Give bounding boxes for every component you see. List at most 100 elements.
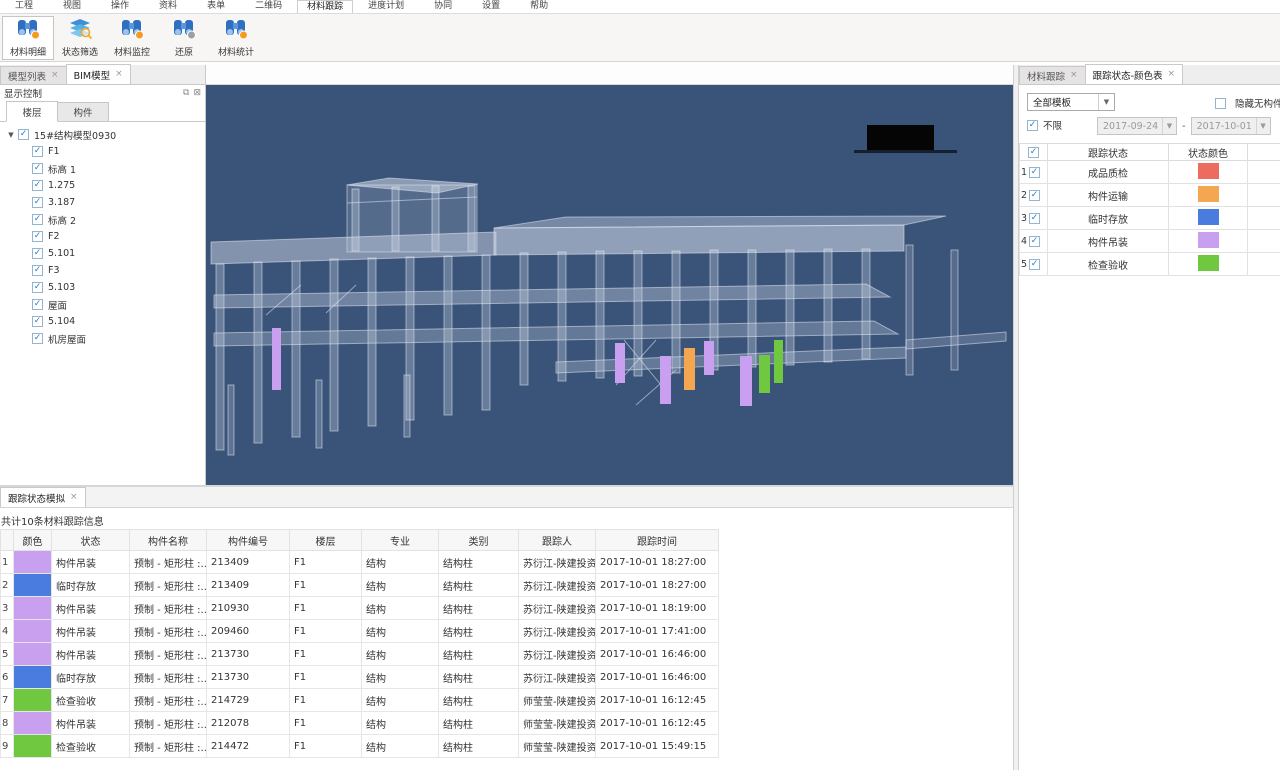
tool-button-material-stats[interactable]: 材料统计 [210,16,262,60]
color-table-row[interactable]: 3临时存放 [1020,207,1280,230]
tool-button-status-filter[interactable]: 状态筛选 [54,16,106,60]
date-from-picker[interactable]: 2017-09-24 ▼ [1097,117,1177,135]
menu-item-5[interactable]: 二维码 [240,0,297,13]
date-to-picker[interactable]: 2017-10-01 ▼ [1191,117,1271,135]
row-checkbox[interactable] [1029,236,1040,247]
menu-item-0[interactable]: 工程 [0,0,48,13]
tree-root[interactable]: ▼ 15#结构模型0930 [0,126,205,143]
row-checkbox[interactable] [1029,190,1040,201]
select-all-checkbox[interactable] [1028,147,1039,158]
tree-item-checkbox[interactable] [32,214,43,225]
row-number-cell: 9 [1,735,14,758]
tab-bim-model[interactable]: BIM模型 × [66,64,131,84]
tool-button-material-detail[interactable]: 材料明细 [2,16,54,60]
tab-model-list[interactable]: 模型列表 × [0,66,67,84]
color-table-row[interactable]: 4构件吊装 [1020,230,1280,253]
tool-button-label: 还原 [175,45,193,58]
tree-item-checkbox[interactable] [32,248,43,259]
hide-empty-checkbox[interactable] [1215,98,1226,109]
tool-button-restore[interactable]: 还原 [158,16,210,60]
table-row[interactable]: 1构件吊装预制 - 矩形柱 :...213409F1结构结构柱苏衍江-陕建投资2… [1,551,719,574]
tool-button-material-monitor[interactable]: 材料监控 [106,16,158,60]
table-row[interactable]: 3构件吊装预制 - 矩形柱 :...210930F1结构结构柱苏衍江-陕建投资2… [1,597,719,620]
tree-item-4[interactable]: 标高 2 [0,211,205,228]
float-window-icon[interactable]: ⧉ [183,88,189,98]
chevron-down-icon[interactable]: ▼ [4,131,18,139]
close-panel-icon[interactable]: ⊠ [193,88,201,98]
color-swatch [1198,163,1219,179]
tree-item-1[interactable]: 标高 1 [0,160,205,177]
tree-item-checkbox[interactable] [32,180,43,191]
menu-item-2[interactable]: 操作 [96,0,144,13]
empty-cell [1248,253,1280,276]
table-row[interactable]: 8构件吊装预制 - 矩形柱 :...212078F1结构结构柱师莹莹-陕建投资2… [1,712,719,735]
tab-status-color-table-label: 跟踪状态-颜色表 [1093,68,1163,82]
table-row[interactable]: 9检查验收预制 - 矩形柱 :...214472F1结构结构柱师莹莹-陕建投资2… [1,735,719,758]
subtab-components[interactable]: 构件 [57,102,109,121]
tree-item-10[interactable]: 5.104 [0,313,205,330]
3d-viewport[interactable] [206,85,1013,485]
material-detail-icon [15,18,41,43]
tree-item-2[interactable]: 1.275 [0,177,205,194]
menu-item-7[interactable]: 进度计划 [353,0,419,13]
major-cell: 结构 [362,735,439,758]
row-checkbox[interactable] [1029,167,1040,178]
tree-item-7[interactable]: F3 [0,262,205,279]
tree-root-checkbox[interactable] [18,129,29,140]
table-row[interactable]: 7检查验收预制 - 矩形柱 :...214729F1结构结构柱师莹莹-陕建投资2… [1,689,719,712]
component-id-cell: 213730 [207,643,290,666]
tree-item-9[interactable]: 屋面 [0,296,205,313]
table-row[interactable]: 5构件吊装预制 - 矩形柱 :...213730F1结构结构柱苏衍江-陕建投资2… [1,643,719,666]
tree-item-checkbox[interactable] [32,146,43,157]
menu-item-6[interactable]: 材料跟踪 [297,0,353,13]
table-row[interactable]: 4构件吊装预制 - 矩形柱 :...209460F1结构结构柱苏衍江-陕建投资2… [1,620,719,643]
tree-item-checkbox[interactable] [32,299,43,310]
menu-item-10[interactable]: 帮助 [515,0,563,13]
tree-item-label: 5.104 [48,316,75,327]
color-swatch [1198,186,1219,202]
tree-item-checkbox[interactable] [32,333,43,344]
table-row[interactable]: 6临时存放预制 - 矩形柱 :...213730F1结构结构柱苏衍江-陕建投资2… [1,666,719,689]
close-icon[interactable]: × [115,70,123,79]
tab-material-tracking[interactable]: 材料跟踪 × [1019,66,1086,84]
tree-item-checkbox[interactable] [32,282,43,293]
tree-item-11[interactable]: 机房屋面 [0,330,205,347]
tab-tracking-simulation[interactable]: 跟踪状态模拟 × [0,487,86,507]
table-row[interactable]: 2临时存放预制 - 矩形柱 :...213409F1结构结构柱苏衍江-陕建投资2… [1,574,719,597]
tree-item-3[interactable]: 3.187 [0,194,205,211]
tree-item-0[interactable]: F1 [0,143,205,160]
menu-item-8[interactable]: 协同 [419,0,467,13]
right-panel: 材料跟踪 × 跟踪状态-颜色表 × 全部模板 ▼ 隐藏无构件的跟 不限 2017… [1019,65,1280,770]
color-table-row[interactable]: 1成品质检 [1020,161,1280,184]
close-icon[interactable]: × [70,493,78,502]
menu-item-3[interactable]: 资料 [144,0,192,13]
menu-item-4[interactable]: 表单 [192,0,240,13]
tab-tracking-simulation-label: 跟踪状态模拟 [8,491,65,505]
close-icon[interactable]: × [1168,70,1176,79]
tree-item-checkbox[interactable] [32,231,43,242]
status-color-cell [14,620,52,643]
template-dropdown[interactable]: 全部模板 ▼ [1027,93,1115,111]
col-header-6: 类别 [439,530,519,551]
date-to-value: 2017-10-01 [1192,121,1256,132]
unlimited-checkbox[interactable] [1027,120,1038,131]
floor-cell: F1 [290,735,362,758]
menu-item-9[interactable]: 设置 [467,0,515,13]
close-icon[interactable]: × [1070,71,1078,80]
tree-item-5[interactable]: F2 [0,228,205,245]
tree-item-checkbox[interactable] [32,197,43,208]
tree-item-6[interactable]: 5.101 [0,245,205,262]
row-checkbox[interactable] [1029,213,1040,224]
tab-status-color-table[interactable]: 跟踪状态-颜色表 × [1085,64,1183,84]
tree-item-checkbox[interactable] [32,265,43,276]
close-icon[interactable]: × [51,71,59,80]
tree-item-checkbox[interactable] [32,316,43,327]
tree-item-8[interactable]: 5.103 [0,279,205,296]
row-checkbox[interactable] [1029,259,1040,270]
subtab-floors[interactable]: 楼层 [6,101,58,122]
floor-cell: F1 [290,574,362,597]
color-table-row[interactable]: 2构件运输 [1020,184,1280,207]
menu-item-1[interactable]: 视图 [48,0,96,13]
color-table-row[interactable]: 5检查验收 [1020,253,1280,276]
tree-item-checkbox[interactable] [32,163,43,174]
